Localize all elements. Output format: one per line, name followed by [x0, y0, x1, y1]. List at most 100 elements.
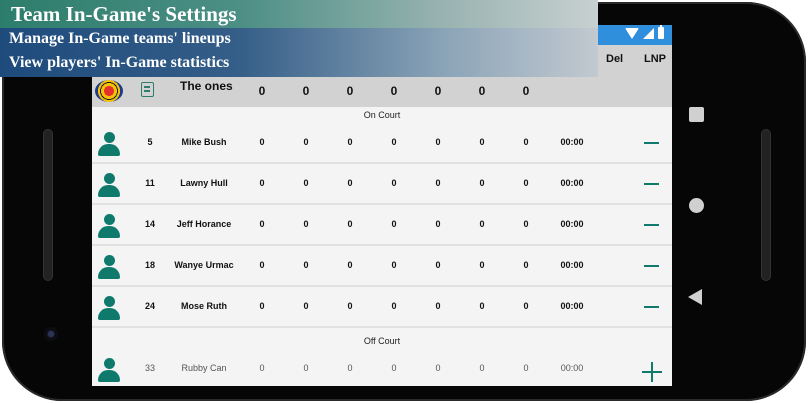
player-avatar-icon	[98, 132, 120, 156]
player-stat: 0	[259, 363, 265, 373]
team-stat: 0	[522, 84, 530, 98]
battery-icon	[658, 25, 664, 39]
player-stat: 0	[479, 260, 485, 270]
player-name: Mike Bush	[181, 137, 227, 147]
caption-banner: Team In-Game's Settings Manage In-Game t…	[0, 0, 598, 77]
player-stat: 0	[523, 137, 529, 147]
player-row[interactable]: 11 Lawny Hull 0 0 0 0 0 0 0 00:00	[92, 165, 672, 205]
player-number: 14	[144, 219, 155, 229]
player-stat: 0	[303, 137, 309, 147]
player-stat: 0	[479, 363, 485, 373]
add-to-court-plus-icon[interactable]	[642, 362, 662, 382]
player-stat: 0	[435, 301, 441, 311]
player-stat: 0	[259, 219, 265, 229]
player-time: 00:00	[560, 260, 584, 270]
player-avatar-icon	[98, 173, 120, 197]
player-number: 11	[145, 178, 155, 188]
player-stat: 0	[523, 363, 529, 373]
player-stat: 0	[523, 178, 529, 188]
player-stat: 0	[479, 178, 485, 188]
player-stat: 0	[347, 219, 353, 229]
player-time: 00:00	[560, 363, 584, 373]
lineup-list-icon[interactable]	[141, 82, 154, 97]
player-name: Jeff Horance	[176, 219, 232, 229]
player-stat: 0	[259, 178, 265, 188]
remove-from-court-minus-icon[interactable]	[644, 142, 659, 144]
lnp-column-header[interactable]: LNP	[644, 53, 666, 65]
player-row[interactable]: 18 Wanye Urmac 0 0 0 0 0 0 0 00:00	[92, 247, 672, 287]
player-stat: 0	[259, 137, 265, 147]
player-stat: 0	[435, 260, 441, 270]
player-stat: 0	[523, 260, 529, 270]
player-stat: 0	[259, 260, 265, 270]
player-stat: 0	[303, 219, 309, 229]
status-icons	[625, 25, 664, 39]
app-screen: Del LNP The ones 0 0 0 0 0 0 0 On Court …	[92, 25, 672, 386]
player-time: 00:00	[560, 137, 584, 147]
player-number: 24	[144, 301, 155, 311]
player-stat: 0	[391, 363, 397, 373]
player-row[interactable]: 33 Rubby Can 0 0 0 0 0 0 0 00:00	[92, 350, 672, 386]
player-number: 5	[147, 137, 153, 147]
player-stat: 0	[479, 137, 485, 147]
player-stat: 0	[391, 137, 397, 147]
player-stat: 0	[435, 178, 441, 188]
remove-from-court-minus-icon[interactable]	[644, 306, 659, 308]
speaker-grille-right	[762, 130, 770, 280]
player-stat: 0	[391, 178, 397, 188]
player-row[interactable]: 5 Mike Bush 0 0 0 0 0 0 0 00:00	[92, 124, 672, 164]
del-column-header[interactable]: Del	[606, 53, 623, 65]
banner-subtitle-bar: Manage In-Game teams' lineups View playe…	[0, 28, 598, 77]
team-logo	[95, 80, 123, 102]
player-time: 00:00	[560, 219, 584, 229]
wifi-icon	[625, 27, 639, 39]
player-stat: 0	[259, 301, 265, 311]
player-stat: 0	[391, 219, 397, 229]
team-stat: 0	[390, 84, 398, 98]
team-stat: 0	[478, 84, 486, 98]
player-row[interactable]: 24 Mose Ruth 0 0 0 0 0 0 0 00:00	[92, 288, 672, 328]
player-avatar-icon	[98, 358, 120, 382]
player-stat: 0	[303, 363, 309, 373]
remove-from-court-minus-icon[interactable]	[644, 265, 659, 267]
remove-from-court-minus-icon[interactable]	[644, 224, 659, 226]
player-name: Rubby Can	[181, 363, 227, 373]
player-number: 33	[144, 363, 155, 373]
player-stat: 0	[347, 137, 353, 147]
remove-from-court-minus-icon[interactable]	[644, 183, 659, 185]
player-stat: 0	[435, 137, 441, 147]
camera-icon	[44, 327, 58, 341]
banner-line-1: Manage In-Game teams' lineups	[9, 30, 231, 47]
player-name: Mose Ruth	[181, 301, 227, 311]
player-stat: 0	[391, 260, 397, 270]
player-stat: 0	[347, 260, 353, 270]
player-name: Wanye Urmac	[174, 260, 234, 270]
back-button[interactable]	[688, 289, 702, 305]
recents-button[interactable]	[689, 107, 704, 122]
team-row: The ones 0 0 0 0 0 0 0	[92, 77, 672, 107]
team-stat: 0	[258, 84, 266, 98]
player-stat: 0	[347, 363, 353, 373]
player-stat: 0	[303, 260, 309, 270]
banner-line-2: View players' In-Game statistics	[9, 54, 230, 71]
player-stat: 0	[303, 178, 309, 188]
player-stat: 0	[391, 301, 397, 311]
player-stat: 0	[435, 219, 441, 229]
team-stat: 0	[346, 84, 354, 98]
player-name: Lawny Hull	[180, 178, 228, 188]
player-number: 18	[144, 260, 155, 270]
team-stat: 0	[434, 84, 442, 98]
player-stat: 0	[523, 301, 529, 311]
player-avatar-icon	[98, 255, 120, 279]
player-row[interactable]: 14 Jeff Horance 0 0 0 0 0 0 0 00:00	[92, 206, 672, 246]
player-stat: 0	[523, 219, 529, 229]
player-stat: 0	[479, 301, 485, 311]
player-time: 00:00	[560, 301, 584, 311]
signal-icon	[643, 27, 654, 39]
player-avatar-icon	[98, 296, 120, 320]
team-stat: 0	[302, 84, 310, 98]
home-button[interactable]	[689, 198, 704, 213]
speaker-grille-left	[44, 130, 52, 280]
player-stat: 0	[347, 178, 353, 188]
banner-title: Team In-Game's Settings	[11, 2, 237, 26]
